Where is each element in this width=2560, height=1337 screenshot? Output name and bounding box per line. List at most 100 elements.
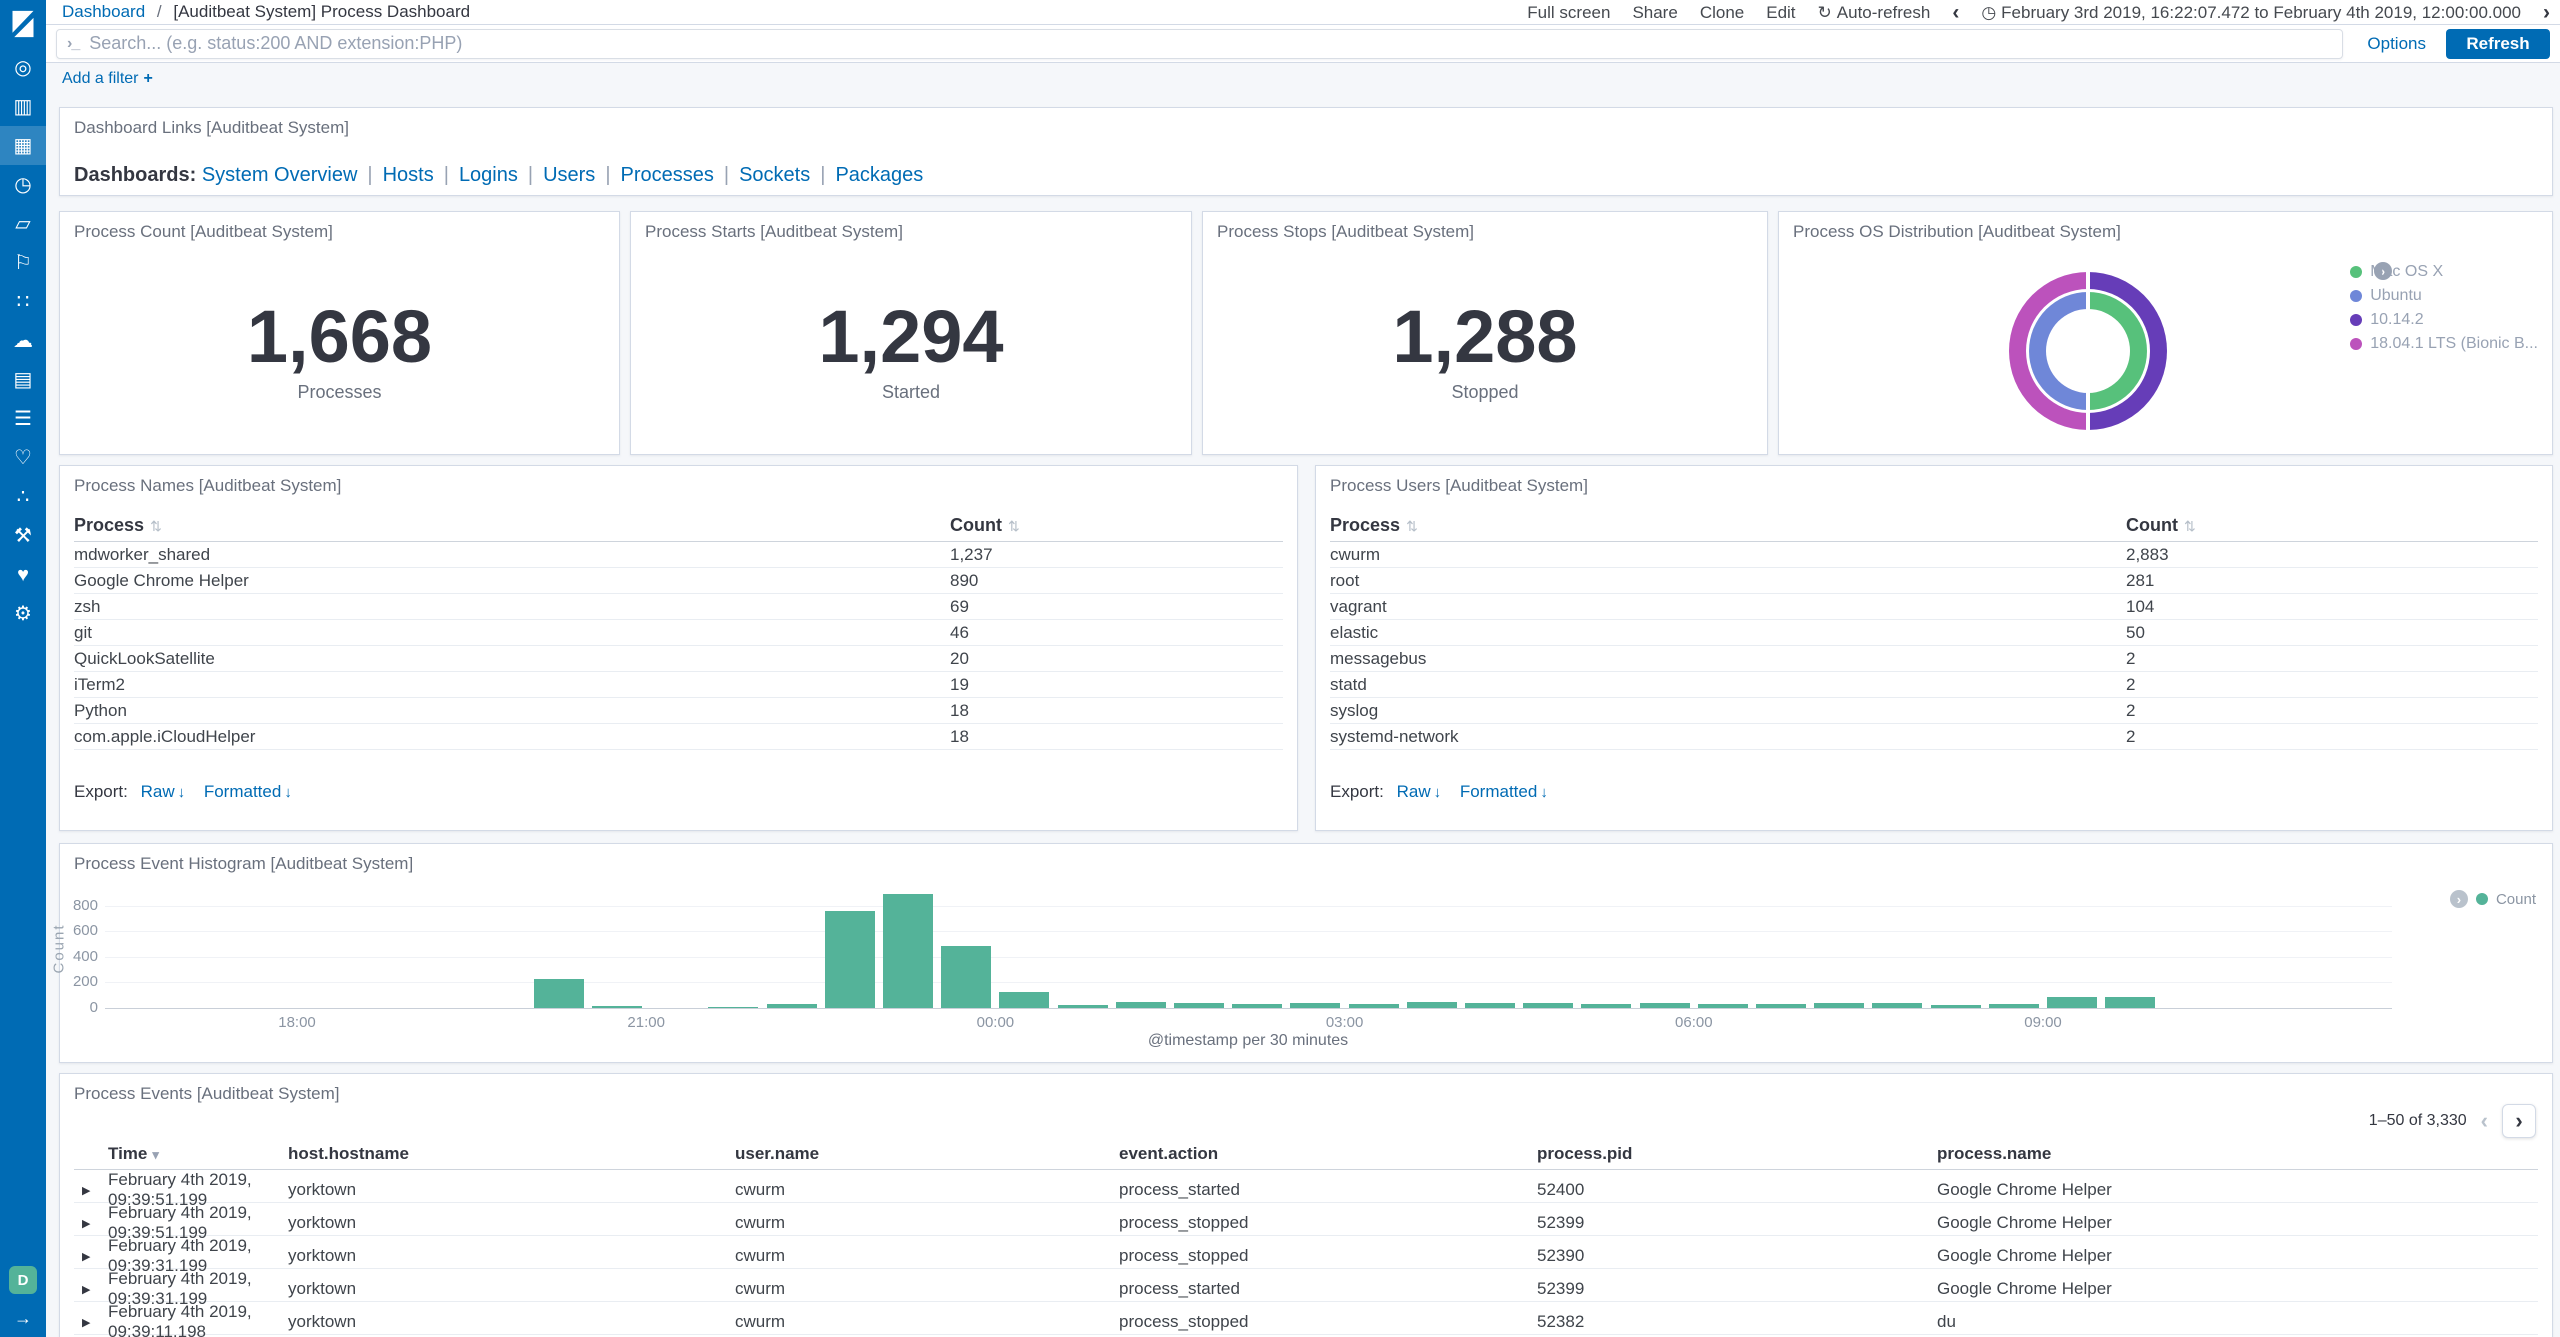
histogram-bar[interactable] — [883, 894, 933, 1008]
breadcrumb-dashboard-link[interactable]: Dashboard — [62, 2, 145, 21]
export-formatted-link[interactable]: Formatted ↓ — [204, 782, 292, 801]
table-row[interactable]: elastic 50 — [1330, 620, 2538, 646]
dashboard-link-sockets[interactable]: Sockets — [739, 164, 810, 186]
histogram-bar[interactable] — [1232, 1003, 1283, 1008]
expand-row-icon[interactable]: ▶ — [82, 1316, 108, 1329]
expand-row-icon[interactable]: ▶ — [82, 1283, 108, 1296]
os-donut-chart[interactable] — [2009, 272, 2167, 430]
sidebar-collapse-icon[interactable]: → — [0, 1308, 46, 1329]
histogram-bar[interactable] — [1523, 1002, 1574, 1008]
sidebar-item-infrastructure[interactable]: ☁ — [0, 321, 46, 360]
table-row[interactable]: com.apple.iCloudHelper 18 — [74, 724, 1283, 750]
sidebar-item-logs[interactable]: ▤ — [0, 360, 46, 399]
time-range-picker[interactable]: ◷ February 3rd 2019, 16:22:07.472 to Febr… — [1981, 3, 2521, 23]
expand-row-icon[interactable]: ▶ — [82, 1184, 108, 1197]
column-process-name[interactable]: process.name — [1937, 1144, 2538, 1164]
export-raw-link[interactable]: Raw ↓ — [1397, 782, 1442, 801]
sidebar-item-visualize[interactable]: ▥ — [0, 87, 46, 126]
histogram-bar[interactable] — [592, 1006, 642, 1008]
table-row[interactable]: statd 2 — [1330, 672, 2538, 698]
dashboard-link-users[interactable]: Users — [543, 164, 595, 186]
sidebar-item-timelion[interactable]: ◷ — [0, 165, 46, 204]
space-badge[interactable]: D — [9, 1266, 37, 1294]
add-filter-button[interactable]: Add a filter + — [62, 70, 153, 88]
histogram-bar[interactable] — [1057, 1004, 1108, 1008]
histogram-bar[interactable] — [533, 978, 584, 1008]
histogram-bar[interactable] — [708, 1007, 759, 1008]
expand-row-icon[interactable]: ▶ — [82, 1217, 108, 1230]
sidebar-item-discover[interactable]: ◎ — [0, 48, 46, 87]
table-row[interactable]: zsh 69 — [74, 594, 1283, 620]
next-page-button[interactable]: › — [2502, 1104, 2536, 1138]
sidebar-item-maps[interactable]: ⚐ — [0, 243, 46, 282]
table-row[interactable]: mdworker_shared 1,237 — [74, 542, 1283, 568]
dashboard-link-logins[interactable]: Logins — [459, 164, 518, 186]
table-row[interactable]: ▶ February 4th 2019, 09:39:51.199 yorktown… — [74, 1203, 2538, 1242]
column-process-pid[interactable]: process.pid — [1537, 1144, 1937, 1164]
histogram-bar[interactable] — [1348, 1003, 1399, 1008]
histogram-bar[interactable] — [1581, 1003, 1632, 1008]
histogram-bar[interactable] — [941, 946, 992, 1008]
search-input[interactable] — [89, 33, 2333, 54]
histogram-bar[interactable] — [1930, 1004, 1981, 1008]
table-row[interactable]: git 46 — [74, 620, 1283, 646]
edit-button[interactable]: Edit — [1766, 3, 1795, 23]
histogram-bar[interactable] — [2047, 996, 2097, 1008]
histogram-bar[interactable] — [1814, 1002, 1865, 1008]
histogram-bar[interactable] — [1639, 1002, 1690, 1008]
sidebar-item-canvas[interactable]: ▱ — [0, 204, 46, 243]
histogram-bar[interactable] — [1290, 1002, 1341, 1008]
auto-refresh-button[interactable]: ↻ Auto-refresh — [1818, 3, 1931, 23]
sidebar-item-dev-tools[interactable]: ⚒ — [0, 516, 46, 555]
histogram-bar[interactable] — [1872, 1002, 1923, 1008]
legend-expand-icon[interactable]: › — [2449, 890, 2468, 908]
search-box[interactable]: ›_ — [56, 28, 2344, 59]
legend-item-ubuntu[interactable]: Ubuntu — [2350, 284, 2538, 308]
column-count[interactable]: Count ⇅ — [2126, 515, 2538, 536]
histogram-bar[interactable] — [1115, 1002, 1166, 1008]
legend-item-18-04-1-lts-bionic-b[interactable]: 18.04.1 LTS (Bionic B... — [2350, 332, 2538, 356]
column-event-action[interactable]: event.action — [1119, 1144, 1537, 1164]
time-back-button[interactable]: ‹ — [1952, 1, 1959, 25]
full-screen-button[interactable]: Full screen — [1527, 3, 1610, 23]
table-row[interactable]: messagebus 2 — [1330, 646, 2538, 672]
histogram-plot[interactable]: 0 200 400 600 800 18:00 21:00 00:00 03:00 06:00 09… — [60, 844, 2552, 1062]
sidebar-item-graph[interactable]: ∴ — [0, 477, 46, 516]
export-formatted-link[interactable]: Formatted ↓ — [1460, 782, 1548, 801]
sidebar-item-apm[interactable]: ☰ — [0, 399, 46, 438]
column-time[interactable]: Time ▾ — [108, 1144, 288, 1164]
previous-page-button[interactable]: ‹ — [2481, 1108, 2488, 1134]
table-row[interactable]: Google Chrome Helper 890 — [74, 568, 1283, 594]
column-user-name[interactable]: user.name — [735, 1144, 1119, 1164]
refresh-button[interactable]: Refresh — [2446, 28, 2550, 59]
histogram-bar[interactable] — [1988, 1003, 2039, 1008]
sidebar-item-monitoring[interactable]: ♥ — [0, 555, 46, 594]
dashboard-link-hosts[interactable]: Hosts — [383, 164, 434, 186]
table-row[interactable]: vagrant 104 — [1330, 594, 2538, 620]
table-row[interactable]: root 281 — [1330, 568, 2538, 594]
column-process[interactable]: Process ⇅ — [1330, 515, 2126, 536]
dashboard-link-processes[interactable]: Processes — [621, 164, 714, 186]
sidebar-item-dashboard[interactable]: ▦ — [0, 126, 46, 165]
sidebar-item-machine-learning[interactable]: ∷ — [0, 282, 46, 321]
table-row[interactable]: iTerm2 19 — [74, 672, 1283, 698]
histogram-bar[interactable] — [2105, 996, 2156, 1008]
table-row[interactable]: ▶ February 4th 2019, 09:39:11.198 yorktown… — [74, 1302, 2538, 1337]
column-process[interactable]: Process ⇅ — [74, 515, 950, 536]
histogram-bar[interactable] — [1697, 1004, 1748, 1008]
sidebar-item-uptime[interactable]: ♡ — [0, 438, 46, 477]
histogram-bar[interactable] — [766, 1003, 817, 1008]
table-row[interactable]: cwurm 2,883 — [1330, 542, 2538, 568]
expand-row-icon[interactable]: ▶ — [82, 1250, 108, 1263]
table-row[interactable]: Python 18 — [74, 698, 1283, 724]
column-count[interactable]: Count ⇅ — [950, 515, 1283, 536]
legend-item-mac-os-x[interactable]: Mac OS X — [2350, 260, 2538, 284]
export-raw-link[interactable]: Raw ↓ — [141, 782, 186, 801]
table-row[interactable]: syslog 2 — [1330, 698, 2538, 724]
histogram-bar[interactable] — [1465, 1002, 1515, 1008]
histogram-bar[interactable] — [999, 992, 1050, 1008]
histogram-bar[interactable] — [1756, 1003, 1806, 1008]
time-forward-button[interactable]: › — [2543, 1, 2550, 25]
legend-label[interactable]: Count — [2496, 891, 2536, 908]
kibana-logo[interactable] — [0, 0, 46, 48]
